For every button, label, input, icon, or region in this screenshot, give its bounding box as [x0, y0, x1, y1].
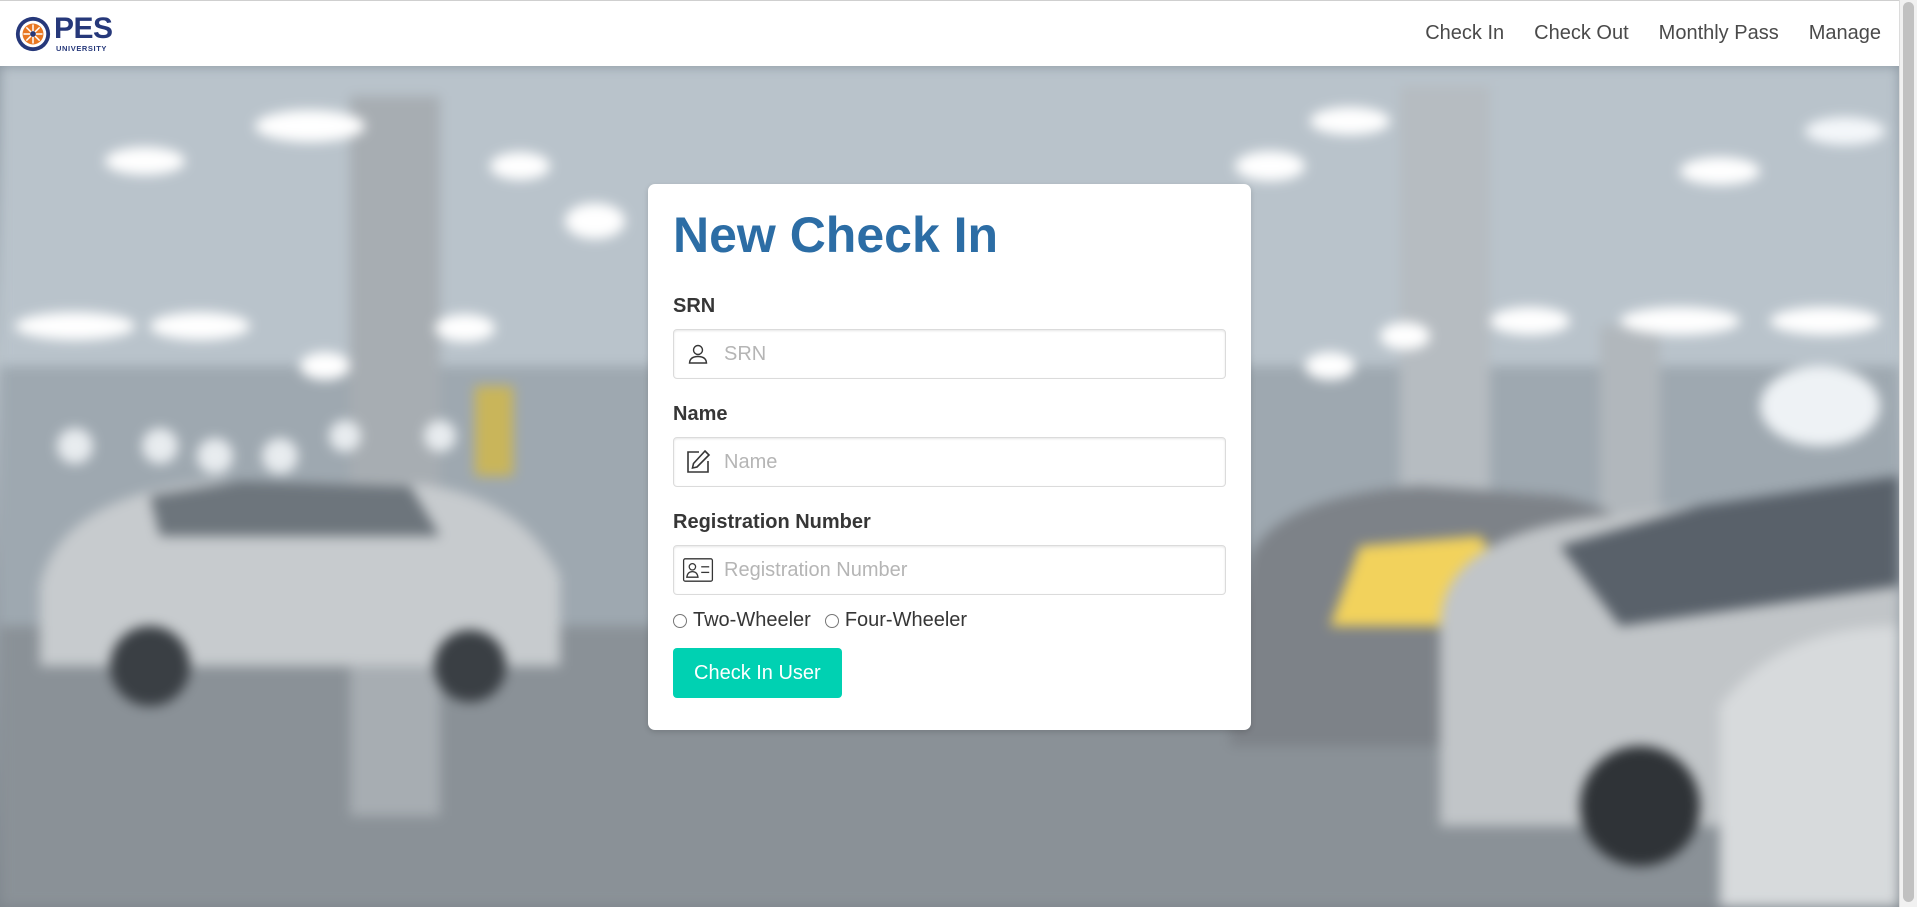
university-seal-icon — [15, 16, 51, 51]
four-wheeler-radio[interactable] — [824, 613, 839, 628]
brand-name: PES — [54, 12, 113, 46]
scrollbar-thumb[interactable] — [1903, 2, 1914, 902]
brand-subtitle: UNIVERSITY — [56, 44, 108, 54]
nav-links: Check In Check Out Monthly Pass Manage — [1410, 22, 1881, 45]
name-input[interactable] — [674, 438, 1225, 486]
four-wheeler-option[interactable]: Four-Wheeler — [824, 609, 968, 632]
two-wheeler-radio[interactable] — [673, 613, 687, 628]
registration-number-input[interactable] — [674, 546, 1225, 594]
top-navbar: PES UNIVERSITY Check In Check Out Monthl… — [0, 1, 1899, 66]
srn-field-wrapper — [673, 329, 1226, 379]
nav-check-in[interactable]: Check In — [1410, 22, 1519, 45]
registration-field-wrapper — [673, 545, 1226, 595]
user-icon — [682, 338, 714, 370]
nav-monthly-pass[interactable]: Monthly Pass — [1644, 22, 1794, 45]
page-title: New Check In — [673, 207, 999, 263]
four-wheeler-label: Four-Wheeler — [844, 609, 968, 631]
srn-label: SRN — [673, 295, 716, 317]
registration-number-label: Registration Number — [673, 511, 871, 533]
check-in-user-button[interactable]: Check In User — [673, 648, 842, 698]
vehicle-type-group: Two-Wheeler Four-Wheeler — [673, 609, 1226, 632]
nav-check-out[interactable]: Check Out — [1519, 22, 1643, 45]
nav-manage[interactable]: Manage — [1794, 22, 1881, 45]
edit-icon — [682, 446, 714, 478]
srn-input[interactable] — [674, 330, 1225, 378]
two-wheeler-option[interactable]: Two-Wheeler — [673, 609, 811, 632]
name-label: Name — [673, 403, 728, 425]
name-field-wrapper — [673, 437, 1226, 487]
page-scrollbar[interactable] — [1899, 0, 1917, 907]
id-card-icon — [682, 554, 714, 586]
two-wheeler-label: Two-Wheeler — [693, 609, 811, 631]
brand-logo[interactable]: PES UNIVERSITY — [14, 13, 113, 55]
check-in-card: New Check In SRN Name Registration Numbe… — [648, 184, 1251, 730]
